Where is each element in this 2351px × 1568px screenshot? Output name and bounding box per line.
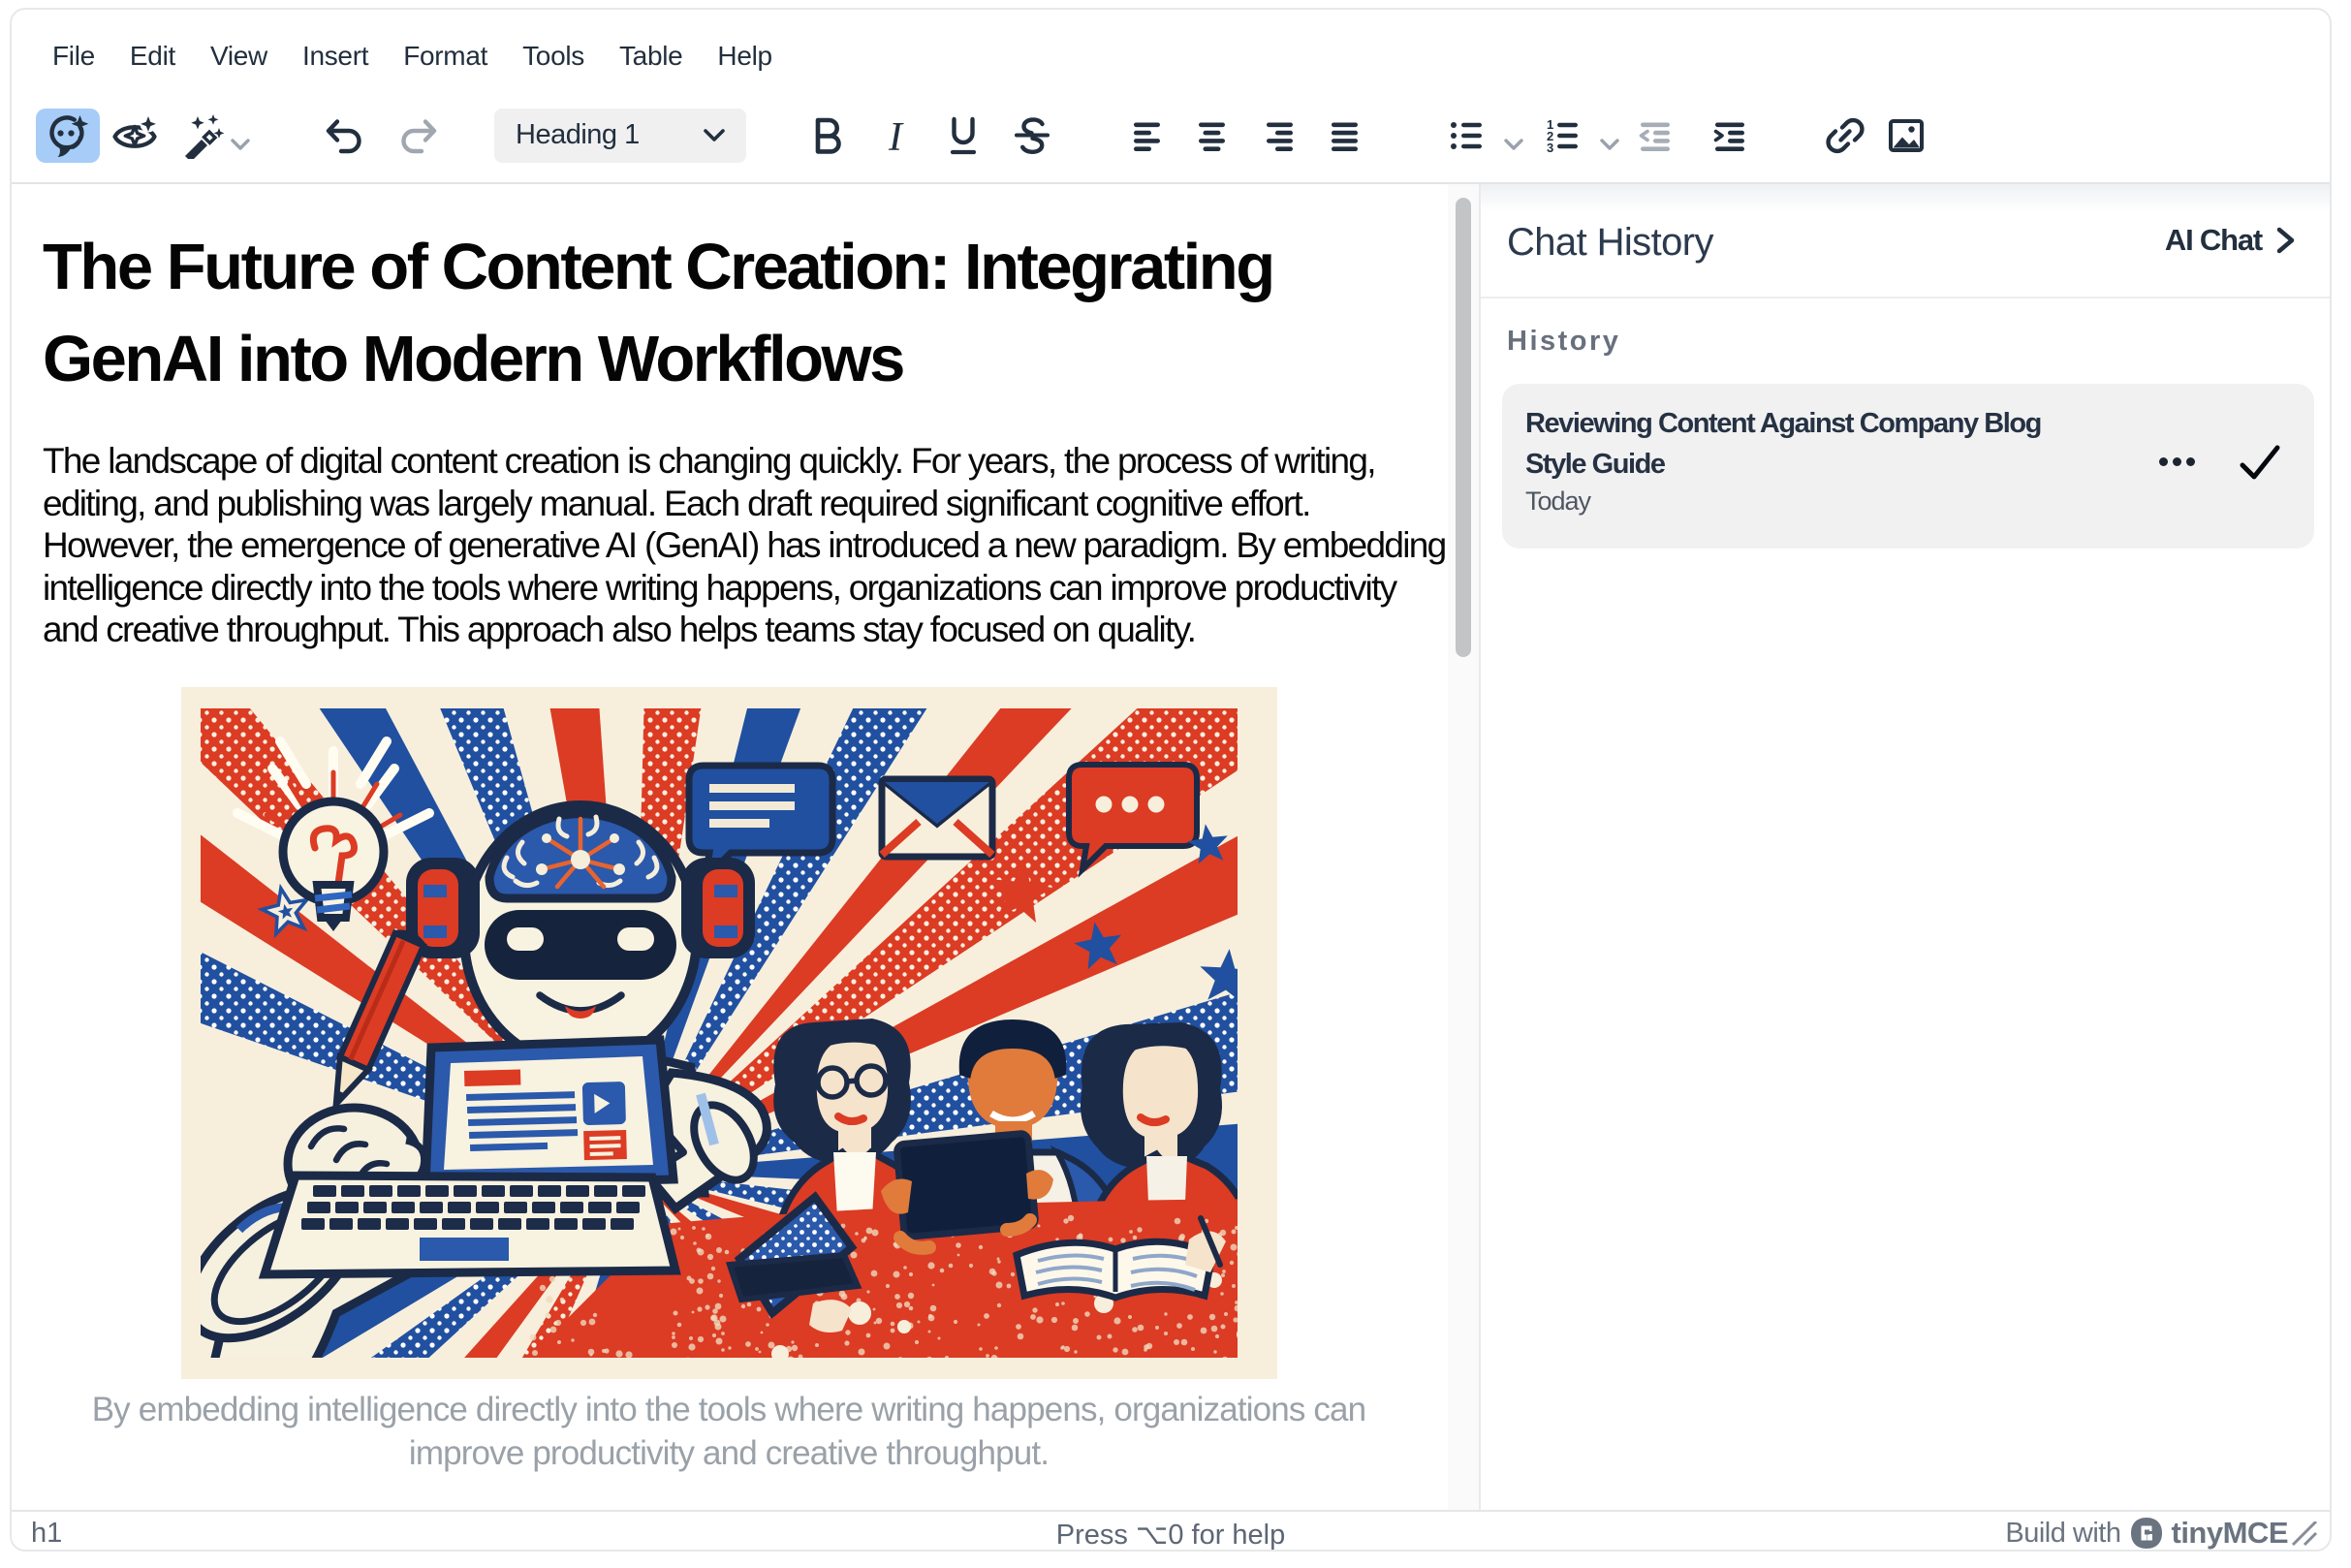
svg-text:I: I bbox=[888, 115, 904, 159]
svg-text:3: 3 bbox=[1547, 141, 1553, 155]
